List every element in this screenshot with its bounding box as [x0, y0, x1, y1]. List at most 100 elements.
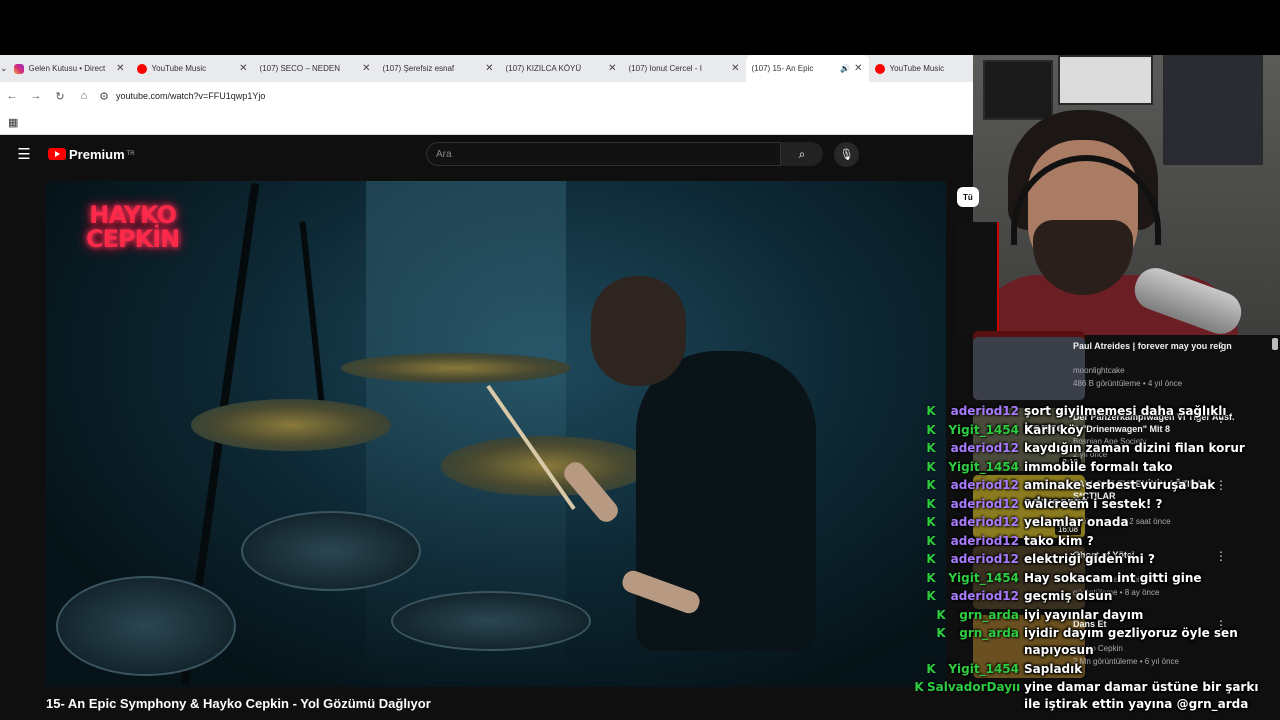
- more-options-icon[interactable]: ⋮: [1215, 340, 1227, 354]
- chat-message: K Yigit_1454 Karlı köy: [923, 422, 1083, 439]
- chat-message: K Yigit_1454 immobile formalı tako: [923, 459, 1173, 476]
- browser-window: ⌄ Gelen Kutusu • Direct ✕ YouTube Music ✕ (1…: [0, 55, 986, 135]
- more-options-icon[interactable]: ⋮: [1215, 549, 1227, 563]
- chat-message: Kaderiod12 kaydığın zaman dizini filan ko…: [923, 440, 1245, 457]
- microphone-icon[interactable]: 🎙: [834, 142, 859, 167]
- cymbal: [191, 399, 391, 451]
- kick-badge-icon: K: [926, 552, 936, 566]
- chat-text: Sapladık: [1024, 662, 1083, 676]
- chat-username: aderiod12: [950, 441, 1019, 455]
- recommended-video[interactable]: Paul Atreides | forever may you reign moo…: [973, 337, 1273, 403]
- chat-text: kaydığın zaman dizini filan korur: [1024, 441, 1245, 455]
- logo-text: Premium: [69, 146, 125, 162]
- chat-username: Yigit_1454: [948, 460, 1019, 474]
- kick-badge-icon: K: [926, 589, 936, 603]
- tab-title: YouTube Music: [151, 64, 207, 73]
- kick-badge-icon: K: [926, 534, 936, 548]
- chat-username: Yigit_1454: [948, 662, 1019, 676]
- browser-tab[interactable]: (107) 15- An Epic 🔊 ✕: [745, 55, 869, 82]
- cymbal: [341, 353, 571, 383]
- chat-username: aderiod12: [950, 497, 1019, 511]
- chat-username: aderiod12: [950, 404, 1019, 418]
- kick-badge-icon: K: [926, 460, 936, 474]
- tab-search-icon[interactable]: ⌄: [0, 55, 8, 82]
- browser-tab[interactable]: (107) Ionut Cercel - I ✕: [623, 55, 746, 82]
- speaker-icon[interactable]: 🔊: [840, 64, 850, 73]
- channel-name[interactable]: moonlightcake: [1073, 366, 1125, 375]
- chat-message: K SalvadorDayıı yine damar damar üstüne bi…: [911, 679, 1260, 713]
- close-tab-icon[interactable]: ✕: [608, 63, 616, 74]
- instagram-icon: [13, 63, 24, 74]
- home-icon[interactable]: ⌂: [72, 82, 96, 110]
- snare-drum: [241, 511, 421, 591]
- kick-badge-icon: K: [936, 608, 946, 622]
- url-field[interactable]: youtube.com/watch?v=FFU1qwp1Yjo: [116, 91, 265, 101]
- browser-tab[interactable]: YouTube Music ✕: [131, 55, 254, 82]
- tab-title: (107) Ionut Cercel - I: [628, 64, 702, 73]
- close-tab-icon[interactable]: ✕: [239, 63, 247, 74]
- chat-text: iyidir dayım gezliyoruz öyle sen napıyos…: [1024, 626, 1238, 657]
- video-title: 15- An Epic Symphony & Hayko Cepkin - Yo…: [46, 696, 431, 711]
- close-tab-icon[interactable]: ✕: [731, 63, 739, 74]
- ad-card[interactable]: [957, 222, 999, 334]
- youtube-music-icon: [136, 63, 147, 74]
- kick-badge-icon: K: [936, 626, 946, 640]
- filter-chip[interactable]: Tü: [957, 187, 979, 207]
- youtube-header: ☰ Premium TR Ara ⌕ 🎙: [0, 135, 973, 173]
- search-icon[interactable]: ⌕: [781, 142, 823, 166]
- tab-title: (107) KIZILCA KÖYÜ: [505, 64, 582, 73]
- chat-username: SalvadorDayıı: [927, 680, 1021, 694]
- back-icon[interactable]: ←: [0, 82, 24, 110]
- video-meta: 486 B görüntüleme • 4 yıl önce: [1073, 379, 1183, 388]
- close-tab-icon[interactable]: ✕: [485, 63, 493, 74]
- chat-text: geçmiş olsun: [1024, 589, 1113, 603]
- chat-text: tako kim ?: [1024, 534, 1094, 548]
- chat-message: Kaderiod12 tako kim ?: [923, 533, 1094, 550]
- chat-message: K Yigit_1454 Hay sokacam int gitti gine: [923, 570, 1201, 587]
- video-thumbnail[interactable]: [973, 337, 1085, 400]
- chat-message: Kaderiod12 walcreem i sestek! ?: [923, 496, 1162, 513]
- kick-badge-icon: K: [926, 571, 936, 585]
- tabs-container: Gelen Kutusu • Direct ✕ YouTube Music ✕ (107…: [8, 55, 992, 82]
- browser-tab[interactable]: (107) KIZILCA KÖYÜ ✕: [500, 55, 623, 82]
- chat-username: grn_arda: [959, 608, 1019, 622]
- tom-drum: [56, 576, 236, 676]
- apps-icon[interactable]: ▦: [8, 116, 18, 129]
- chat-text: immobile formalı tako: [1024, 460, 1173, 474]
- tab-strip: ⌄ Gelen Kutusu • Direct ✕ YouTube Music ✕ (1…: [0, 55, 986, 82]
- close-tab-icon[interactable]: ✕: [854, 63, 862, 74]
- tab-title: (107) Şerefsiz esnaf: [382, 64, 455, 73]
- youtube-page: ☰ Premium TR Ara ⌕ 🎙 HAYKO CEPKİN 15- An…: [0, 135, 973, 720]
- browser-tab[interactable]: (107) SECO – NEDEN ✕: [254, 55, 377, 82]
- youtube-play-icon: [48, 148, 66, 160]
- browser-tab[interactable]: (107) Şerefsiz esnaf ✕: [377, 55, 500, 82]
- kick-badge-icon: K: [926, 497, 936, 511]
- chat-message: Kaderiod12 yelamlar onada: [923, 514, 1128, 531]
- webcam-feed: [973, 55, 1280, 335]
- chat-message: Kgrn_arda iyidir dayım gezliyoruz öyle se…: [933, 625, 1260, 659]
- chat-username: aderiod12: [950, 589, 1019, 603]
- youtube-logo[interactable]: Premium TR: [48, 147, 135, 162]
- browser-tab[interactable]: Gelen Kutusu • Direct ✕: [8, 55, 131, 82]
- menu-icon[interactable]: ☰: [0, 135, 48, 173]
- close-tab-icon[interactable]: ✕: [116, 63, 124, 74]
- site-info-icon[interactable]: ⚙: [96, 82, 112, 110]
- search-input[interactable]: Ara: [426, 142, 781, 166]
- kick-badge-icon: K: [926, 662, 936, 676]
- chat-username: grn_arda: [959, 626, 1019, 640]
- chat-username: aderiod12: [950, 478, 1019, 492]
- forward-icon[interactable]: →: [24, 82, 48, 110]
- scrollbar[interactable]: [1272, 338, 1278, 350]
- close-tab-icon[interactable]: ✕: [362, 63, 370, 74]
- logo-line-1: HAYKO: [89, 201, 177, 229]
- chat-text: walcreem i sestek! ?: [1024, 497, 1163, 511]
- chat-username: aderiod12: [950, 552, 1019, 566]
- video-player[interactable]: HAYKO CEPKİN: [46, 181, 946, 687]
- address-bar: ← → ↻ ⌂ ⚙ youtube.com/watch?v=FFU1qwp1Yj…: [0, 82, 973, 110]
- drummer-head: [591, 276, 686, 386]
- chat-text: elektriği giden mi ?: [1024, 552, 1155, 566]
- bookmarks-bar: ▦: [0, 110, 973, 135]
- reload-icon[interactable]: ↻: [48, 82, 72, 110]
- kick-badge-icon: K: [926, 404, 936, 418]
- youtube-music-icon: [874, 63, 885, 74]
